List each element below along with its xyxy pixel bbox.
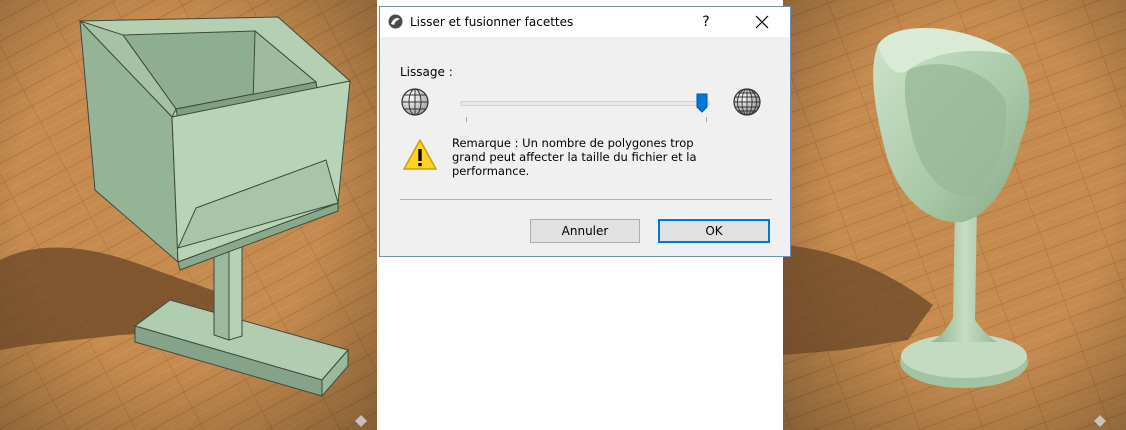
close-button[interactable] bbox=[744, 10, 780, 34]
warning-note: Remarque : Un nombre de polygones trop g… bbox=[452, 136, 752, 178]
slider-tick-max bbox=[706, 117, 707, 122]
smoothing-slider[interactable] bbox=[458, 93, 710, 123]
empty-canvas-area bbox=[377, 258, 783, 430]
dialog-title: Lisser et fusionner facettes bbox=[410, 15, 574, 29]
help-button[interactable]: ? bbox=[692, 10, 720, 34]
smoothed-chair-render bbox=[783, 0, 1126, 430]
warning-icon bbox=[403, 139, 437, 170]
app-icon bbox=[388, 14, 403, 29]
slider-tick-min bbox=[466, 117, 467, 122]
slider-thumb[interactable] bbox=[696, 93, 708, 113]
separator bbox=[400, 199, 772, 200]
faceted-chair-render bbox=[0, 0, 377, 430]
smooth-merge-dialog: Lisser et fusionner facettes ? Lissage : bbox=[379, 6, 791, 257]
note-line: grand peut affecter la taille du fichier… bbox=[452, 150, 697, 164]
globe-low-icon bbox=[401, 88, 429, 116]
note-line: performance. bbox=[452, 164, 530, 178]
note-line: Remarque : Un nombre de polygones trop bbox=[452, 136, 694, 150]
globe-high-icon bbox=[733, 88, 761, 116]
slider-track bbox=[460, 101, 710, 106]
left-3d-viewport[interactable] bbox=[0, 0, 377, 430]
ok-button[interactable]: OK bbox=[658, 219, 770, 243]
smoothing-label: Lissage : bbox=[400, 65, 453, 79]
close-icon bbox=[755, 15, 769, 29]
cancel-button[interactable]: Annuler bbox=[530, 219, 640, 243]
right-3d-viewport[interactable] bbox=[783, 0, 1126, 430]
dialog-titlebar[interactable]: Lisser et fusionner facettes ? bbox=[380, 7, 790, 37]
